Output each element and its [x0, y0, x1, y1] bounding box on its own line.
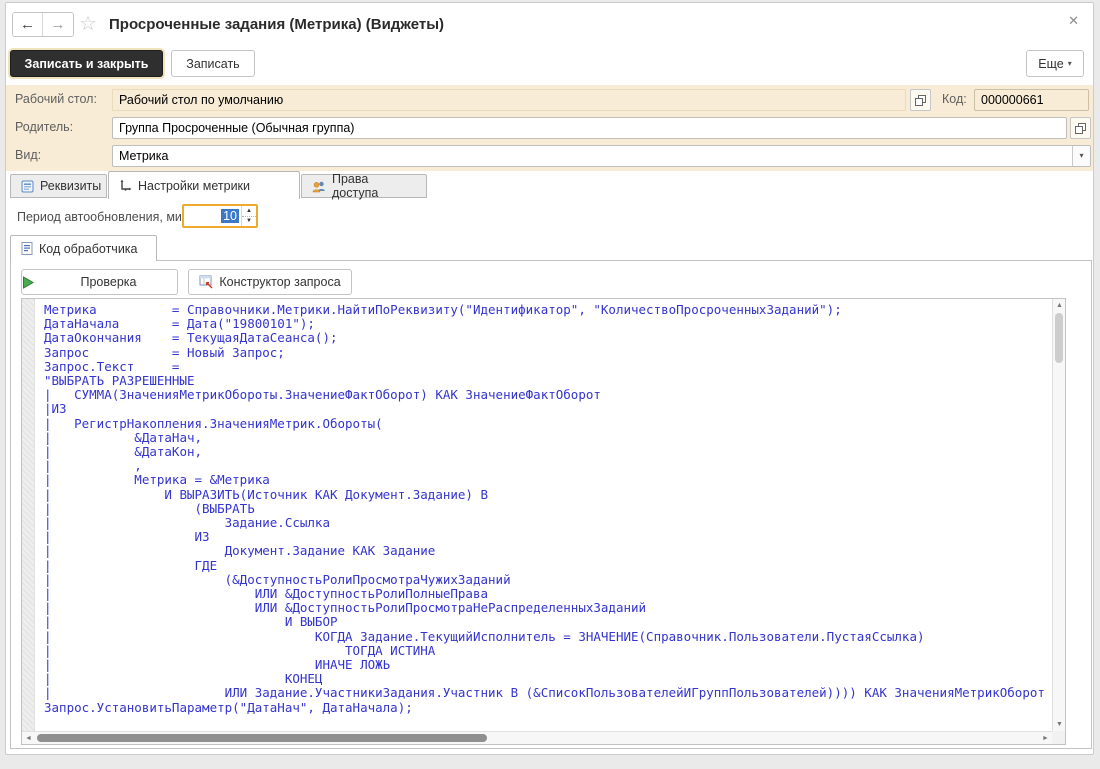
code-line: ДатаНачала = Дата("19800101");	[44, 317, 1052, 331]
code-editor[interactable]: Метрика = Справочники.Метрики.НайтиПоРек…	[21, 298, 1066, 745]
code-line: | (ВЫБРАТЬ	[44, 502, 1052, 516]
code-line: | ИНАЧЕ ЛОЖЬ	[44, 658, 1052, 672]
save-button[interactable]: Записать	[171, 50, 255, 77]
parent-label: Родитель:	[15, 120, 73, 134]
titlebar: ← → ☆ Просроченные задания (Метрика) (Ви…	[6, 3, 1093, 47]
kind-select[interactable]: Метрика ▾	[112, 145, 1091, 167]
code-line: | КОГДА Задание.ТекущийИсполнитель = ЗНА…	[44, 630, 1052, 644]
code-line: | ИЛИ Задание.УчастникиЗадания.Участник …	[44, 686, 1052, 700]
favorite-star-icon[interactable]: ☆	[79, 12, 97, 36]
tab-handler-code-label: Код обработчика	[39, 242, 138, 256]
tab-access-rights[interactable]: Права доступа	[301, 174, 427, 198]
metric-axes-icon	[119, 179, 132, 192]
open-icon	[1074, 122, 1087, 135]
horizontal-scrollbar[interactable]: ◄ ►	[22, 731, 1052, 744]
tab-requisites-label: Реквизиты	[40, 179, 101, 193]
chevron-down-icon: ▾	[1068, 59, 1072, 68]
code-line: | И ВЫБОР	[44, 615, 1052, 629]
tab-metric-settings-label: Настройки метрики	[138, 179, 250, 193]
vertical-scrollbar-thumb[interactable]	[1055, 313, 1063, 363]
code-line: Метрика = Справочники.Метрики.НайтиПоРек…	[44, 303, 1052, 317]
more-button[interactable]: Еще ▾	[1026, 50, 1084, 77]
query-builder-icon	[199, 275, 213, 289]
scroll-left-icon[interactable]: ◄	[22, 732, 35, 745]
open-parent-button[interactable]	[1070, 117, 1091, 139]
code-field[interactable]: 000000661	[974, 89, 1089, 111]
back-icon[interactable]: ←	[13, 13, 43, 36]
code-line: | Задание.Ссылка	[44, 516, 1052, 530]
code-content[interactable]: Метрика = Справочники.Метрики.НайтиПоРек…	[36, 299, 1052, 731]
code-line: | ИЗ	[44, 530, 1052, 544]
desktop-row: Рабочий стол: Рабочий стол по умолчанию …	[6, 86, 1093, 114]
stepper-down-icon[interactable]: ▼	[242, 217, 256, 227]
parent-row: Родитель: Группа Просроченные (Обычная г…	[6, 114, 1093, 142]
open-icon	[914, 94, 927, 107]
page-title: Просроченные задания (Метрика) (Виджеты)	[109, 16, 444, 33]
code-line: | ИЛИ &ДоступностьРолиПросмотраНеРаспред…	[44, 601, 1052, 615]
code-line: | ИЛИ &ДоступностьРолиПолныеПрава	[44, 587, 1052, 601]
forward-icon[interactable]: →	[43, 13, 73, 36]
code-line: | КОНЕЦ	[44, 672, 1052, 686]
code-line: | И ВЫРАЗИТЬ(Источник КАК Документ.Задан…	[44, 488, 1052, 502]
code-label: Код:	[942, 92, 967, 106]
code-line: Запрос = Новый Запрос;	[44, 346, 1052, 360]
scroll-down-icon[interactable]: ▼	[1053, 718, 1066, 731]
check-button[interactable]: Проверка	[21, 269, 178, 295]
scroll-up-icon[interactable]: ▲	[1053, 299, 1066, 312]
refresh-period-label: Период автообновления, мин:	[17, 210, 192, 224]
code-line: "ВЫБРАТЬ РАЗРЕШЕННЫЕ	[44, 374, 1052, 388]
play-icon	[22, 276, 34, 289]
nav-button-group: ← →	[12, 12, 74, 37]
code-doc-icon	[21, 242, 33, 255]
stepper-buttons: ▲ ▼	[241, 206, 256, 226]
tab-access-rights-label: Права доступа	[332, 172, 416, 200]
kind-label: Вид:	[15, 148, 41, 162]
code-line: | (&ДоступностьРолиПросмотраЧужихЗаданий	[44, 573, 1052, 587]
tab-requisites[interactable]: Реквизиты	[10, 174, 107, 198]
refresh-period-stepper[interactable]: 10 ▲ ▼	[182, 204, 258, 228]
vertical-scrollbar[interactable]: ▲ ▼	[1052, 299, 1065, 731]
horizontal-scrollbar-thumb[interactable]	[37, 734, 487, 742]
code-line: | &ДатаНач,	[44, 431, 1052, 445]
editor-gutter	[22, 299, 35, 731]
code-line: | ТОГДА ИСТИНА	[44, 644, 1052, 658]
desktop-value[interactable]: Рабочий стол по умолчанию	[112, 89, 906, 111]
code-line: | ГДЕ	[44, 559, 1052, 573]
scrollbar-corner	[1052, 731, 1065, 744]
more-button-label: Еще	[1038, 57, 1063, 71]
chevron-down-icon[interactable]: ▾	[1072, 146, 1090, 166]
code-line: Запрос.Текст =	[44, 360, 1052, 374]
check-button-label: Проверка	[40, 275, 177, 289]
form-icon	[21, 180, 34, 193]
refresh-period-value[interactable]: 10	[184, 206, 241, 226]
code-line: |ИЗ	[44, 402, 1052, 416]
handler-code-panel: Проверка Конструктор запроса Метрика = С…	[10, 260, 1092, 749]
kind-value: Метрика	[119, 146, 168, 166]
code-line: | Документ.Задание КАК Задание	[44, 544, 1052, 558]
query-builder-button[interactable]: Конструктор запроса	[188, 269, 352, 295]
parent-field[interactable]: Группа Просроченные (Обычная группа)	[112, 117, 1067, 139]
query-builder-button-label: Конструктор запроса	[219, 275, 340, 289]
code-line: Запрос.УстановитьПараметр("ДатаНач", Дат…	[44, 701, 1052, 715]
tab-handler-code[interactable]: Код обработчика	[10, 235, 157, 261]
code-line: ДатаОкончания = ТекущаяДатаСеанса();	[44, 331, 1052, 345]
open-desktop-button[interactable]	[910, 89, 931, 111]
code-line: | &ДатаКон,	[44, 445, 1052, 459]
stepper-up-icon[interactable]: ▲	[242, 206, 256, 217]
form-header-area: Рабочий стол: Рабочий стол по умолчанию …	[6, 85, 1093, 171]
close-icon[interactable]: ✕	[1068, 13, 1079, 29]
code-line: | ,	[44, 459, 1052, 473]
save-and-close-button[interactable]: Записать и закрыть	[10, 50, 163, 77]
code-line: | СУММА(ЗначенияМетрикОбороты.ЗначениеФа…	[44, 388, 1052, 402]
code-line: | РегистрНакопления.ЗначенияМетрик.Оборо…	[44, 417, 1052, 431]
kind-row: Вид: Метрика ▾	[6, 142, 1093, 170]
users-icon	[312, 180, 326, 193]
desktop-label: Рабочий стол:	[15, 92, 97, 106]
widget-editor-window: ← → ☆ Просроченные задания (Метрика) (Ви…	[5, 2, 1094, 755]
code-line: | Метрика = &Метрика	[44, 473, 1052, 487]
scroll-right-icon[interactable]: ►	[1039, 732, 1052, 745]
tab-metric-settings[interactable]: Настройки метрики	[108, 171, 300, 199]
